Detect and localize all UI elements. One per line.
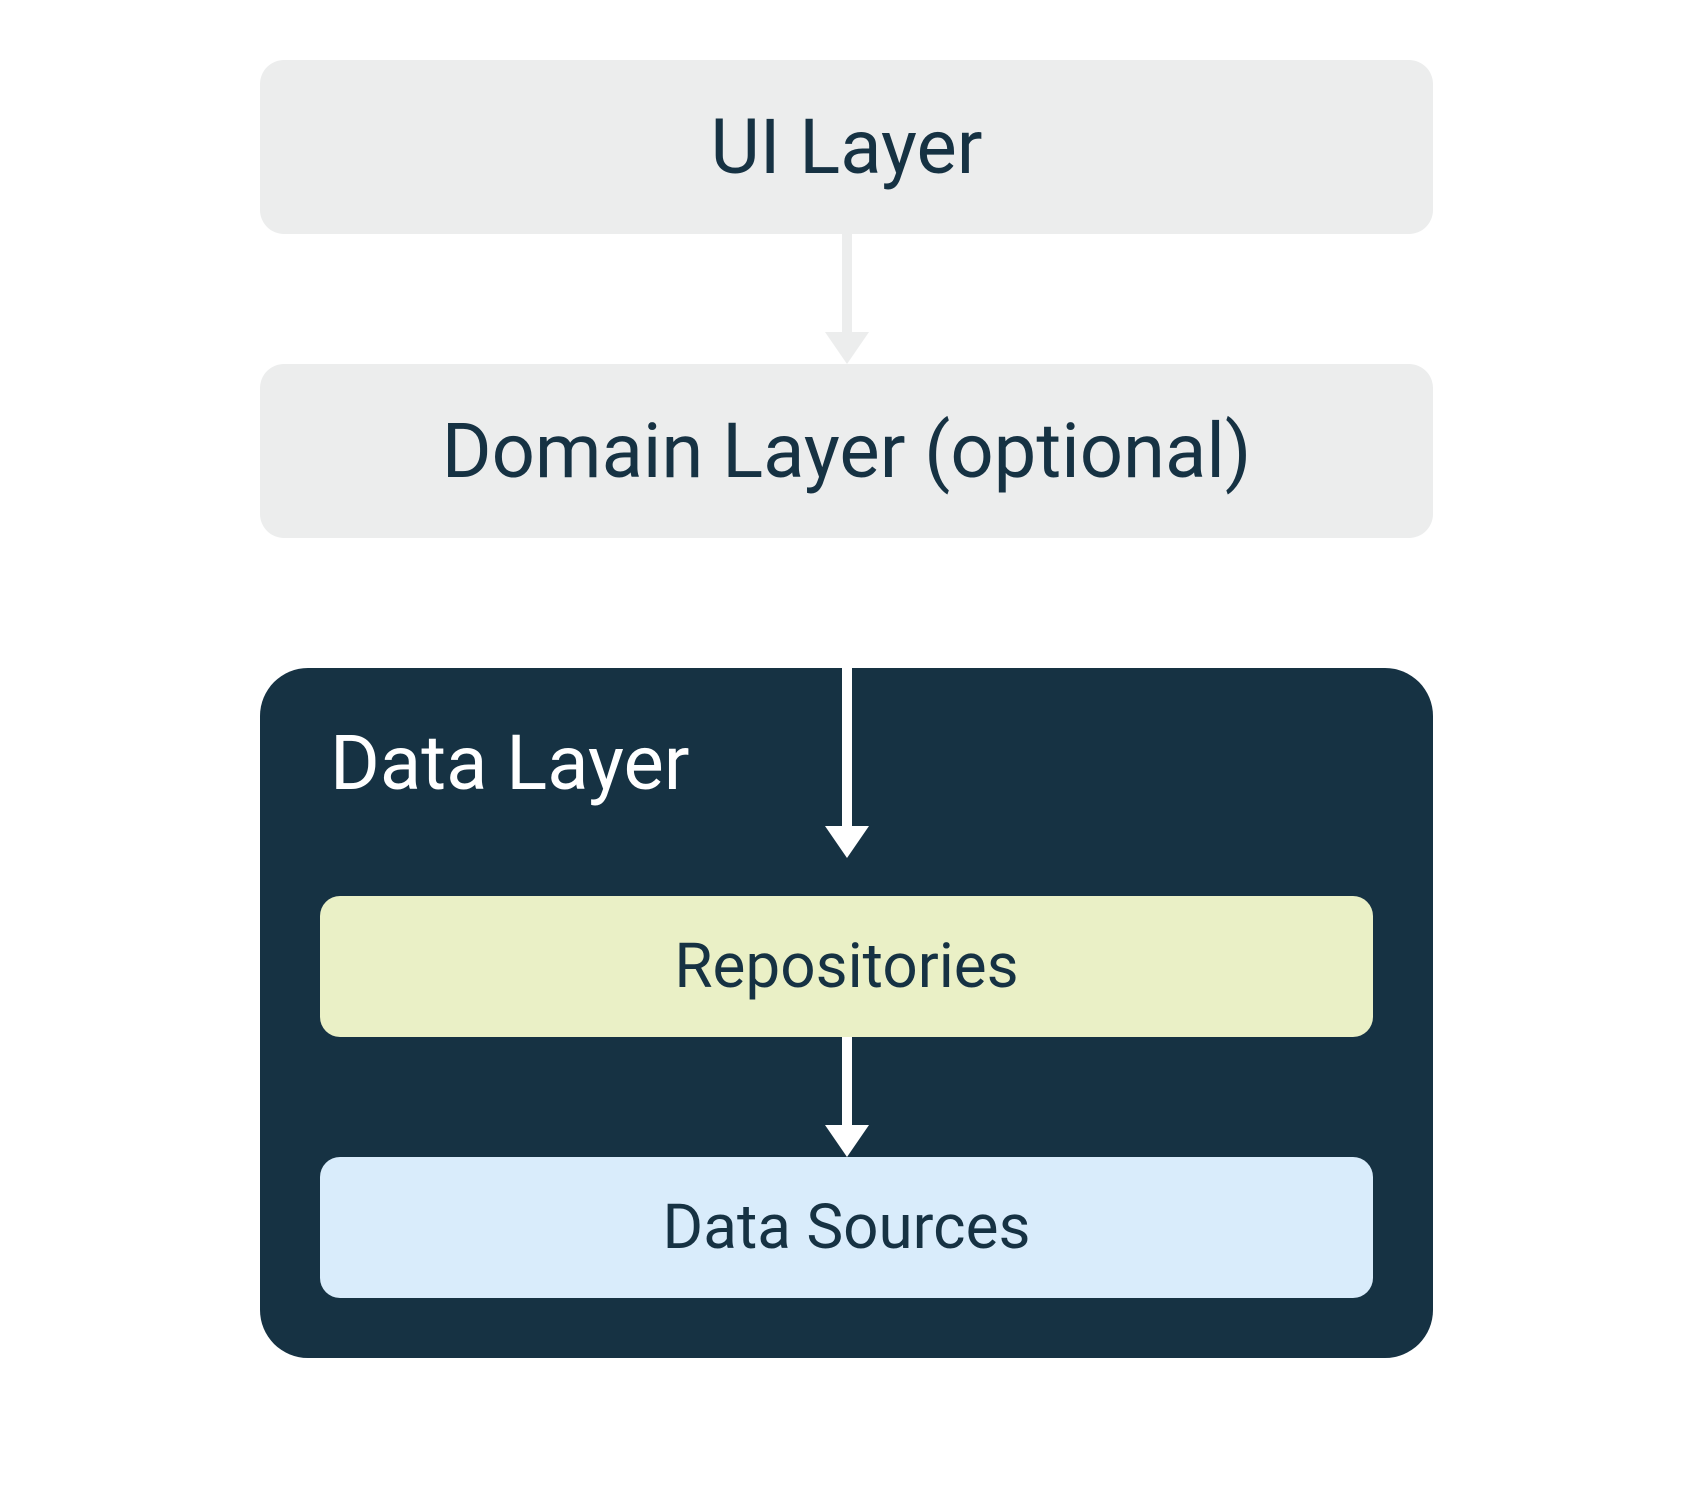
repositories-box: Repositories: [320, 896, 1373, 1037]
arrow-shaft: [842, 538, 852, 828]
data-layer-container: Data Layer Repositories Data Sources: [260, 668, 1433, 1358]
arrow-down-icon: [825, 826, 869, 858]
data-sources-box: Data Sources: [320, 1157, 1373, 1298]
arrow-repositories-to-datasources: [841, 1037, 853, 1157]
domain-layer-label: Domain Layer (optional): [442, 406, 1252, 496]
data-sources-label: Data Sources: [663, 1191, 1031, 1264]
arrow-domain-to-repositories: [841, 538, 853, 858]
ui-layer-box: UI Layer: [260, 60, 1433, 234]
arrow-ui-to-domain: [841, 234, 853, 364]
repositories-label: Repositories: [674, 930, 1018, 1003]
ui-layer-label: UI Layer: [710, 102, 982, 192]
domain-layer-box: Domain Layer (optional): [260, 364, 1433, 538]
arrow-down-icon: [841, 234, 853, 364]
